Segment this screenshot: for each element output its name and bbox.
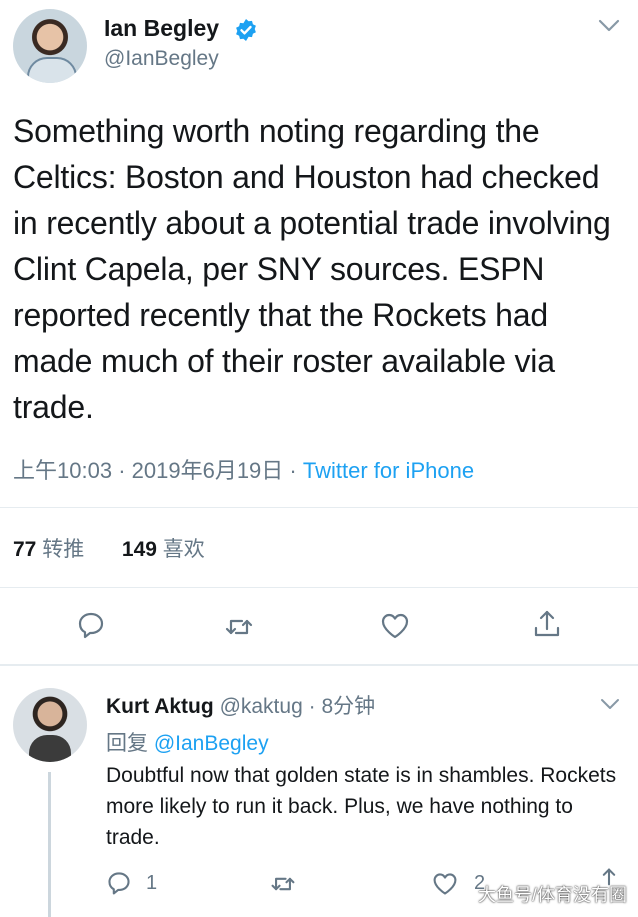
tweet-source[interactable]: Twitter for iPhone bbox=[303, 458, 474, 483]
reply-text: Doubtful now that golden state is in sha… bbox=[106, 764, 617, 849]
replying-label: 回复 bbox=[106, 732, 148, 755]
meta-separator: · bbox=[289, 458, 297, 483]
retweet-count: 77 bbox=[13, 538, 37, 561]
replying-to: 回复 @IanBegley bbox=[106, 727, 269, 757]
chevron-down-icon[interactable] bbox=[598, 18, 620, 34]
divider bbox=[0, 587, 638, 588]
reply-time[interactable]: 8分钟 bbox=[321, 695, 375, 718]
retweet-label: 转推 bbox=[42, 538, 85, 561]
retweet-stat[interactable]: 77 转推 bbox=[13, 538, 84, 561]
tweet-date[interactable]: 2019年6月19日 bbox=[132, 458, 284, 483]
replying-to-handle[interactable]: @IanBegley bbox=[154, 732, 269, 755]
reply-like-heart-icon[interactable] bbox=[432, 871, 458, 897]
reply-header: Kurt Aktug @kaktug · 8分钟 bbox=[106, 690, 375, 720]
verified-badge-icon bbox=[236, 19, 256, 41]
author-handle[interactable]: @IanBegley bbox=[104, 47, 219, 71]
reply-reply-count: 1 bbox=[146, 872, 158, 894]
tweet-stats: 77 转推 149 喜欢 bbox=[13, 533, 205, 563]
reply-icon[interactable] bbox=[76, 610, 106, 640]
section-divider bbox=[0, 664, 638, 666]
like-heart-icon[interactable] bbox=[380, 611, 410, 641]
retweet-icon[interactable] bbox=[224, 612, 254, 642]
reply-retweet-icon[interactable] bbox=[270, 871, 296, 897]
reply-chevron-down-icon[interactable] bbox=[600, 697, 620, 711]
reply-separator: · bbox=[308, 695, 316, 718]
divider bbox=[0, 507, 638, 508]
tweet-time: 上午10:03 bbox=[13, 458, 113, 483]
tweet-text: Something worth noting regarding the Cel… bbox=[13, 113, 611, 425]
like-stat[interactable]: 149 喜欢 bbox=[122, 538, 205, 561]
share-icon[interactable] bbox=[532, 609, 562, 639]
author-name[interactable]: Ian Begley bbox=[104, 15, 219, 42]
reply-author-name[interactable]: Kurt Aktug bbox=[106, 695, 214, 718]
reply-author-handle[interactable]: @kaktug bbox=[220, 695, 303, 718]
meta-separator: · bbox=[118, 458, 126, 483]
reply-reply-icon[interactable] bbox=[106, 870, 132, 896]
watermark: 大鱼号/体育没有圈 bbox=[478, 885, 628, 905]
author-avatar[interactable] bbox=[13, 9, 87, 83]
like-count: 149 bbox=[121, 538, 157, 561]
like-label: 喜欢 bbox=[162, 538, 205, 561]
reply-author-avatar[interactable] bbox=[13, 688, 87, 762]
thread-line bbox=[48, 772, 51, 917]
tweet-meta: 上午10:03 · 2019年6月19日 · Twitter for iPhon… bbox=[13, 453, 474, 485]
